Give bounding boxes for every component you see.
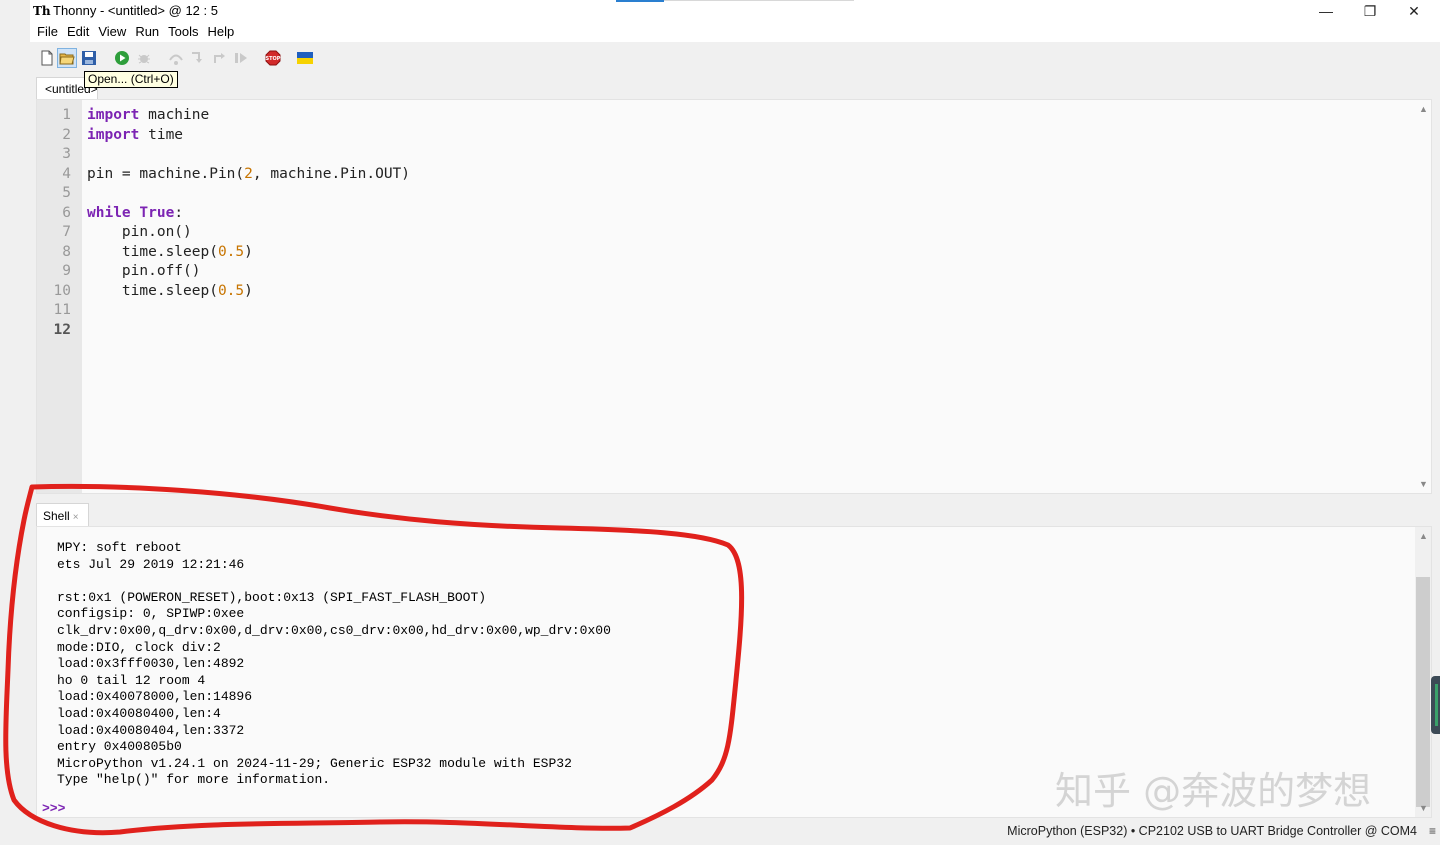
menu-run[interactable]: Run — [135, 22, 165, 42]
line-number: 11 — [53, 302, 71, 318]
debug-icon[interactable] — [135, 49, 153, 67]
interpreter-status[interactable]: MicroPython (ESP32) • CP2102 USB to UART… — [1007, 824, 1417, 838]
shell-line: load:0x40078000,len:14896 — [57, 689, 253, 705]
code-editor[interactable]: 1 2 3 4 5 6 7 8 9 10 11 12 import machin… — [36, 99, 1432, 494]
save-icon[interactable] — [80, 49, 98, 67]
side-panel-handle[interactable] — [1431, 676, 1440, 734]
line-number: 3 — [62, 146, 71, 162]
run-icon[interactable] — [113, 49, 131, 67]
close-tab-icon[interactable]: × — [73, 512, 79, 523]
shell-line: MicroPython v1.24.1 on 2024-11-29; Gener… — [57, 755, 572, 771]
shell-line: load:0x40080400,len:4 — [57, 705, 221, 721]
open-folder-icon[interactable] — [57, 48, 77, 68]
thonny-app-icon: Th — [33, 4, 51, 18]
shell-line: entry 0x400805b0 — [57, 739, 182, 755]
code-line: import machine — [87, 107, 210, 123]
shell-output: MPY: soft reboot ets Jul 29 2019 12:21:46… — [57, 540, 611, 789]
line-number: 8 — [62, 243, 71, 260]
status-bar: MicroPython (ESP32) • CP2102 USB to UART… — [30, 820, 1440, 845]
shell-line: clk_drv:0x00,q_drv:0x00,d_drv:0x00,cs0_d… — [57, 622, 611, 638]
toolbar: STOP — [30, 42, 1440, 75]
code-text: import machineimport time​pin = machine.… — [87, 106, 410, 301]
menu-tools[interactable]: Tools — [168, 22, 204, 42]
ukraine-flag-icon[interactable] — [296, 49, 314, 67]
code-line: time.sleep(0.5) — [87, 282, 253, 299]
line-number-gutter: 1 2 3 4 5 6 7 8 9 10 11 12 — [37, 100, 82, 493]
menu-view[interactable]: View — [98, 22, 132, 42]
code-line: import time — [87, 126, 184, 143]
title-bar: Th Thonny - <untitled> @ 12 : 5 — ❐ ✕ — [30, 0, 1440, 22]
line-number: 10 — [53, 282, 71, 299]
shell-tab-label: Shell — [43, 509, 70, 523]
shell-line: MPY: soft reboot — [57, 540, 182, 555]
open-tooltip: Open... (Ctrl+O) — [84, 71, 178, 88]
line-number: 5 — [62, 185, 71, 201]
scroll-up-icon[interactable]: ▲ — [1419, 104, 1428, 114]
code-line: time.sleep(0.5) — [87, 243, 253, 260]
new-file-icon[interactable] — [38, 49, 56, 67]
current-line-number: 12 — [53, 321, 71, 338]
minimize-button[interactable]: — — [1304, 0, 1348, 22]
menu-grip-icon[interactable]: ≡ — [1429, 824, 1436, 838]
menu-bar: File Edit View Run Tools Help — [30, 22, 1440, 42]
shell-prompt[interactable]: >>> — [42, 801, 65, 816]
shell-line: ​ — [57, 573, 611, 590]
stop-icon[interactable]: STOP — [264, 49, 282, 67]
shell-tab[interactable]: Shell × — [36, 503, 89, 527]
step-into-icon[interactable] — [188, 49, 206, 67]
code-line: pin.on() — [87, 224, 192, 240]
code-line: ​ — [87, 184, 410, 204]
shell-scroll-thumb[interactable] — [1416, 577, 1430, 807]
editor-scrollbar[interactable]: ▲ ▼ — [1417, 100, 1431, 493]
resume-icon[interactable] — [232, 49, 250, 67]
title-accent — [616, 0, 664, 2]
watermark: 知乎 @奔波的梦想 — [1055, 769, 1372, 813]
maximize-button[interactable]: ❐ — [1348, 0, 1392, 22]
line-number: 2 — [62, 126, 71, 143]
line-number: 6 — [62, 204, 71, 221]
shell-line: load:0x40080404,len:3372 — [57, 722, 245, 738]
shell-line: rst:0x1 (POWERON_RESET),boot:0x13 (SPI_F… — [57, 589, 487, 605]
line-number: 9 — [62, 263, 71, 279]
code-line: pin = machine.Pin(2, machine.Pin.OUT) — [87, 165, 411, 182]
shell-line: Type "help()" for more information. — [57, 772, 331, 788]
code-line: while True: — [87, 204, 184, 221]
svg-text:STOP: STOP — [266, 56, 281, 62]
window-title: Thonny - <untitled> @ 12 : 5 — [53, 3, 218, 18]
shell-line: ho 0 tail 12 room 4 — [57, 672, 206, 688]
code-line: ​ — [87, 145, 410, 165]
shell-line: ets Jul 29 2019 12:21:46 — [57, 556, 245, 572]
menu-edit[interactable]: Edit — [67, 22, 95, 42]
title-accent-line — [664, 0, 854, 1]
line-number: 7 — [62, 224, 71, 240]
close-button[interactable]: ✕ — [1392, 0, 1436, 22]
shell-line: mode:DIO, clock div:2 — [57, 639, 221, 655]
menu-help[interactable]: Help — [208, 22, 241, 42]
scroll-down-icon[interactable]: ▼ — [1419, 803, 1428, 813]
menu-file[interactable]: File — [37, 22, 64, 42]
scroll-up-icon[interactable]: ▲ — [1419, 531, 1428, 541]
step-over-icon[interactable] — [167, 49, 185, 67]
step-out-icon[interactable] — [210, 49, 228, 67]
shell-scrollbar[interactable]: ▲ ▼ — [1415, 527, 1431, 817]
line-number: 4 — [62, 165, 71, 182]
code-line: pin.off() — [87, 263, 201, 279]
line-number: 1 — [62, 107, 71, 123]
shell-line: load:0x3fff0030,len:4892 — [57, 656, 245, 672]
shell-line: configsip: 0, SPIWP:0xee — [57, 606, 245, 622]
scroll-down-icon[interactable]: ▼ — [1419, 479, 1428, 489]
